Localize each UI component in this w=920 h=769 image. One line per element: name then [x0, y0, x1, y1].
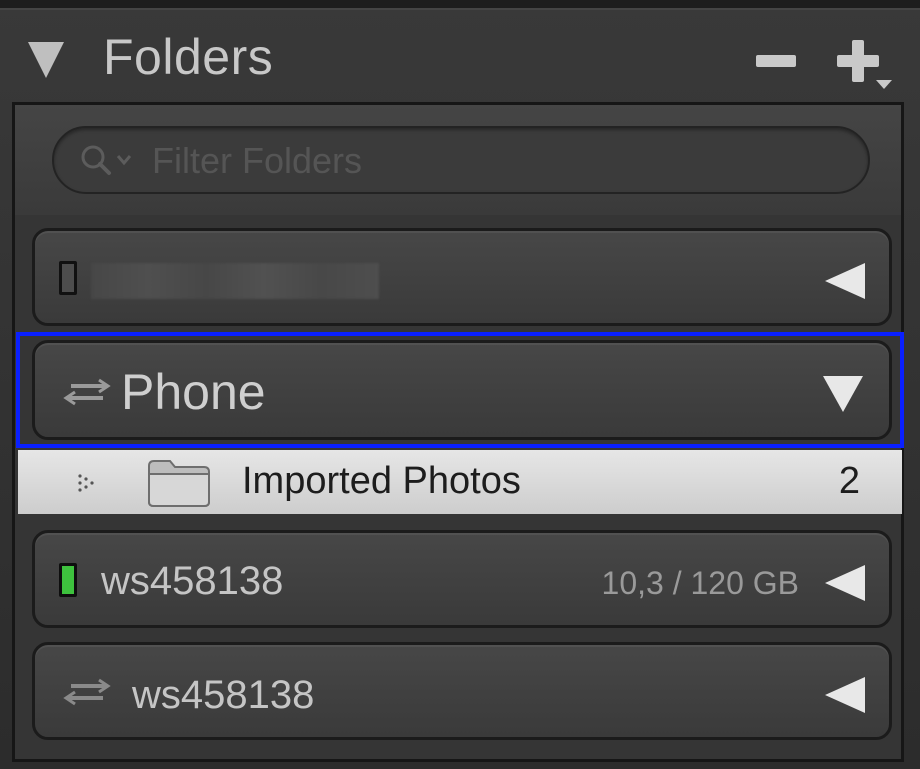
photo-count: 2 — [838, 460, 860, 502]
panel-header[interactable]: Folders — [0, 10, 920, 102]
search-icon[interactable] — [80, 144, 112, 176]
drive-icon — [59, 563, 77, 597]
panel-title: Folders — [103, 29, 274, 85]
volume-name: ws458138 — [132, 673, 315, 717]
minus-icon — [756, 55, 796, 67]
expand-arrow-icon[interactable] — [825, 677, 865, 713]
folder-row-imported-photos[interactable]: Imported Photos 2 — [18, 450, 902, 514]
folders-panel: Folders Filter Folders Phone Imported Ph… — [0, 0, 920, 769]
volume-name: ws458138 — [101, 559, 284, 603]
add-folder-button[interactable] — [832, 28, 898, 98]
disclosure-triangle-icon[interactable] — [76, 472, 100, 494]
dropdown-caret-icon — [876, 80, 892, 89]
folder-icon — [148, 460, 210, 507]
volume-name-redacted — [91, 263, 379, 299]
volume-row-drive-hidden[interactable] — [32, 228, 892, 326]
filter-folders-field[interactable] — [52, 126, 870, 194]
expand-arrow-icon[interactable] — [825, 263, 865, 299]
drive-icon — [59, 261, 77, 295]
collapse-arrow-icon[interactable] — [823, 376, 863, 412]
volume-name: Phone — [121, 364, 266, 420]
volume-row-phone[interactable]: Phone — [32, 340, 892, 440]
collapse-triangle-icon[interactable] — [28, 42, 64, 78]
volume-row-ws458138-sync[interactable]: ws458138 — [32, 642, 892, 740]
remove-folder-button[interactable] — [752, 48, 800, 76]
volume-row-ws458138-drive[interactable]: ws458138 10,3 / 120 GB — [32, 530, 892, 628]
folder-name: Imported Photos — [242, 460, 521, 502]
filter-folders-input[interactable] — [150, 136, 844, 186]
expand-arrow-icon[interactable] — [825, 565, 865, 601]
volume-size: 10,3 / 120 GB — [601, 565, 799, 601]
chevron-down-icon[interactable] — [116, 154, 132, 166]
panel-top-divider — [0, 0, 920, 10]
sync-arrows-icon — [63, 378, 111, 406]
sync-arrows-icon — [63, 678, 111, 706]
